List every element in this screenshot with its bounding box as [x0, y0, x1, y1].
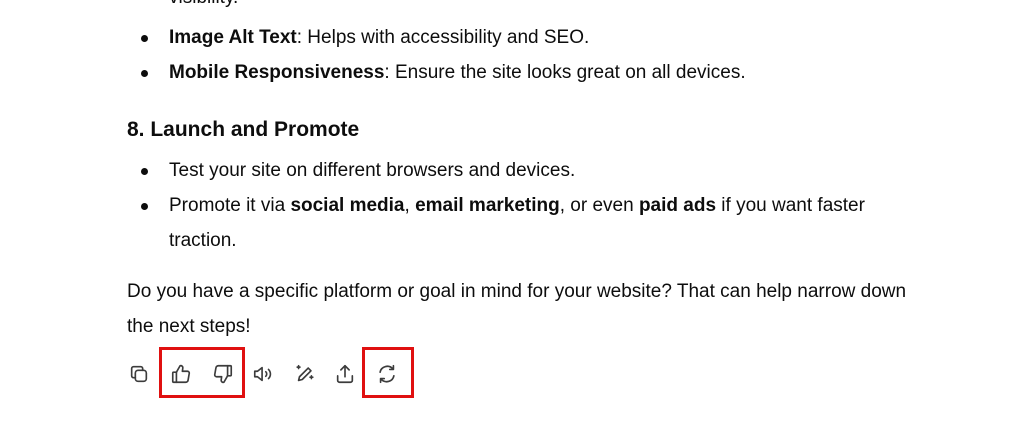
copy-button[interactable]: [122, 357, 156, 391]
list-item-term: Mobile Responsiveness: [169, 62, 385, 83]
cut-off-text: visibility.: [169, 0, 238, 10]
list-item-term: social media: [290, 195, 405, 216]
copy-icon: [130, 365, 148, 383]
list-item: Test your site on different browsers and…: [0, 153, 929, 188]
thumbs-down-icon: [213, 364, 233, 384]
list-item-term: Image Alt Text: [169, 27, 297, 48]
bullet-dot: [141, 70, 148, 77]
read-aloud-button[interactable]: [246, 357, 280, 391]
list-item: Mobile Responsiveness: Ensure the site l…: [0, 55, 929, 90]
list-item-text: : Helps with accessibility and SEO.: [296, 27, 590, 48]
thumbs-up-icon: [171, 364, 191, 384]
seo-list: Image Alt Text: Helps with accessibility…: [0, 20, 1024, 90]
list-item-text: : Ensure the site looks great on all dev…: [384, 62, 746, 83]
regenerate-button[interactable]: [370, 357, 404, 391]
thumbs-down-button[interactable]: [206, 357, 240, 391]
thumbs-up-button[interactable]: [164, 357, 198, 391]
edit-button[interactable]: [288, 357, 322, 391]
list-item-text: ,: [404, 195, 416, 216]
section-heading: 8. Launch and Promote: [127, 118, 360, 141]
bullet-dot: [141, 168, 148, 175]
edit-icon: [296, 364, 314, 382]
regenerate-icon: [379, 364, 395, 384]
closing-paragraph: Do you have a specific platform or goal …: [127, 281, 907, 337]
assistant-message: visibility. Image Alt Text: Helps with a…: [0, 0, 1024, 424]
share-button[interactable]: [328, 357, 362, 391]
read-aloud-icon: [253, 366, 272, 382]
list-item: Image Alt Text: Helps with accessibility…: [0, 20, 929, 55]
list-item-term: email marketing: [415, 195, 560, 216]
share-icon: [336, 364, 354, 384]
list-item-text: Test your site on different browsers and…: [169, 160, 576, 181]
bullet-dot: [141, 35, 148, 42]
list-item-term: paid ads: [638, 195, 717, 216]
list-item-text: , or even: [559, 195, 639, 216]
list-item: Promote it via social media, email marke…: [0, 188, 929, 258]
bullet-dot: [141, 203, 148, 210]
launch-list: Test your site on different browsers and…: [0, 153, 1024, 258]
list-item-text: Promote it via: [169, 195, 291, 216]
